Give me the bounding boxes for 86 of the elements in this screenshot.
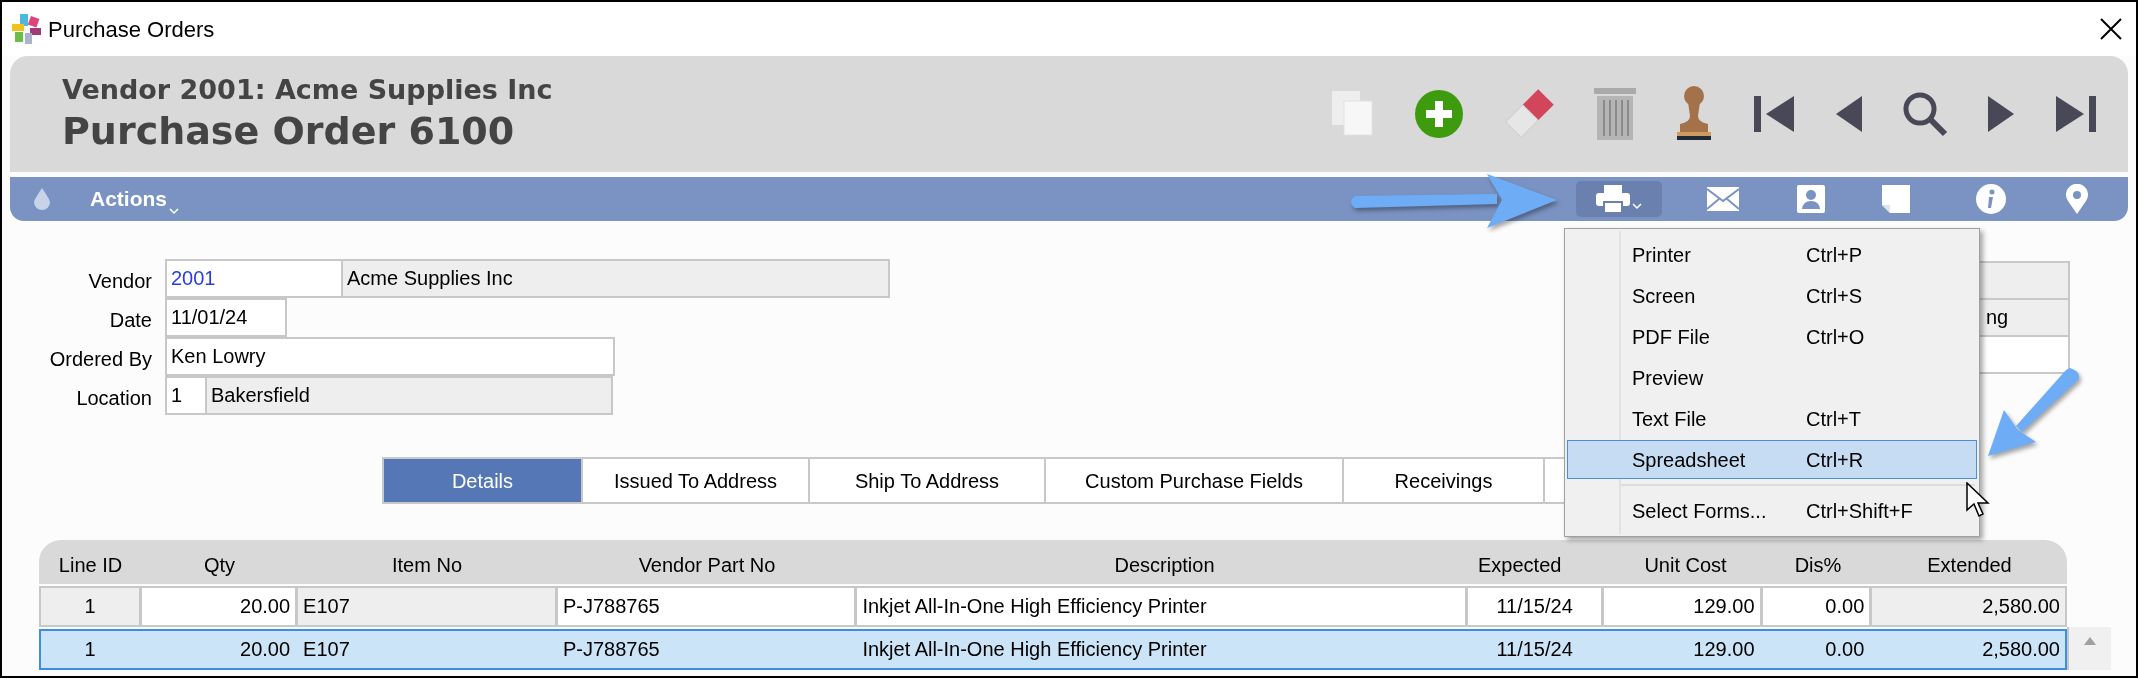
- table-cell: Inkjet All-In-One High Efficiency Printer: [862, 638, 1207, 660]
- table-cell: Inkjet All-In-One High Efficiency Printer: [862, 595, 1207, 617]
- table-cell: 129.00: [1693, 638, 1755, 660]
- menu-item-label: Spreadsheet: [1632, 447, 1747, 473]
- table-cell: E107: [303, 595, 350, 617]
- caret-icon: [169, 206, 179, 215]
- scroll-up-icon[interactable]: [2084, 637, 2096, 645]
- form-field[interactable]: 1: [165, 376, 207, 415]
- table-cell: 1: [84, 595, 96, 617]
- table-row[interactable]: 1 20.00 E107 P-J788765 Inkjet All-In-One High Efficiency Printer 11/15/24 129.00 0.00 2,580.00: [39, 586, 2067, 627]
- search-icon[interactable]: [1902, 91, 1948, 137]
- form-field[interactable]: 2001: [165, 259, 343, 298]
- scrollbar[interactable]: [2067, 627, 2111, 670]
- next-icon[interactable]: [1986, 94, 2016, 134]
- table-cell: 0.00: [1825, 638, 1865, 660]
- table-cell: 129.00: [1693, 595, 1755, 617]
- menu-item-label: Printer: [1632, 242, 1692, 268]
- close-icon[interactable]: [2100, 18, 2122, 40]
- form-field[interactable]: 11/01/24: [165, 298, 287, 337]
- field-label: Vendor: [87, 268, 153, 294]
- form-field[interactable]: Bakersfield: [205, 376, 613, 415]
- table-cell: 2,580.00: [1982, 638, 2060, 660]
- menu-item-label: PDF File: [1632, 324, 1711, 350]
- tab[interactable]: Custom Purchase Fields: [1044, 457, 1344, 504]
- column-header: Extended: [1926, 553, 2013, 578]
- table-cell: 1: [84, 638, 96, 660]
- record-title: Purchase Order 6100: [62, 108, 516, 155]
- menu-item-label: Preview: [1632, 365, 1705, 391]
- menu-item-label: Text File: [1632, 406, 1708, 432]
- menu-item-label: Select Forms...: [1632, 498, 1768, 524]
- location-pin-icon[interactable]: [2066, 184, 2088, 214]
- table-cell: 11/15/24: [1496, 595, 1573, 617]
- column-header: Description: [1113, 553, 1216, 578]
- menu-item[interactable]: Spreadsheet Ctrl+R: [1567, 440, 1977, 479]
- form-field[interactable]: Acme Supplies Inc: [341, 259, 890, 298]
- table-cell: 11/15/24: [1496, 638, 1573, 660]
- table-cell: 0.00: [1825, 595, 1865, 617]
- column-header: Vendor Part No: [637, 553, 777, 578]
- app-logo-icon: [12, 14, 42, 44]
- menu-item-label: Screen: [1632, 283, 1697, 309]
- menu-item[interactable]: Printer Ctrl+P: [1567, 235, 1977, 274]
- table-cell: 2,580.00: [1982, 595, 2060, 617]
- menu-shortcut: Ctrl+T: [1806, 406, 1861, 432]
- table-cell: P-J788765: [563, 595, 660, 617]
- eraser-icon[interactable]: [1502, 88, 1556, 140]
- tab[interactable]: Details: [382, 457, 583, 504]
- table-cell: 20.00: [240, 638, 291, 660]
- info-icon[interactable]: [1976, 184, 2006, 214]
- mouse-cursor-icon: [1966, 482, 1990, 518]
- window-title: Purchase Orders: [48, 15, 215, 44]
- note-icon[interactable]: [1882, 185, 1910, 213]
- menu-item[interactable]: Preview: [1567, 358, 1977, 397]
- column-header: Line ID: [57, 553, 124, 578]
- vendor-subtitle: Vendor 2001: Acme Supplies Inc: [62, 73, 553, 107]
- column-header: Dis%: [1793, 553, 1843, 578]
- field-label: Location: [75, 385, 153, 411]
- table-row[interactable]: 1 20.00 E107 P-J788765 Inkjet All-In-One High Efficiency Printer 11/15/24 129.00 0.00 2,580.00: [39, 629, 2067, 670]
- table-cell: 20.00: [240, 595, 291, 617]
- form-field[interactable]: Ken Lowry: [165, 337, 615, 376]
- stamp-icon[interactable]: [1674, 86, 1714, 142]
- mail-icon[interactable]: [1707, 187, 1739, 211]
- previous-icon[interactable]: [1834, 94, 1864, 134]
- field-label: Date: [108, 307, 153, 333]
- caret-icon: [1632, 202, 1642, 210]
- column-header: Expected: [1477, 553, 1563, 578]
- add-icon[interactable]: [1414, 89, 1464, 139]
- menu-shortcut: Ctrl+S: [1806, 283, 1863, 309]
- menu-shortcut: Ctrl+R: [1806, 447, 1864, 473]
- trash-icon[interactable]: [1594, 88, 1636, 140]
- menu-shortcut: Ctrl+Shift+F: [1806, 498, 1913, 524]
- menu-item[interactable]: Text File Ctrl+T: [1567, 399, 1977, 438]
- column-header: Qty: [202, 553, 237, 578]
- print-button[interactable]: [1576, 181, 1662, 217]
- menu-shortcut: Ctrl+O: [1806, 324, 1865, 350]
- column-header: Item No: [391, 553, 463, 578]
- menu-shortcut: Ctrl+P: [1806, 242, 1863, 268]
- table-cell: E107: [303, 638, 350, 660]
- tab[interactable]: Ship To Address: [808, 457, 1046, 504]
- tab[interactable]: Receivings: [1342, 457, 1545, 504]
- tab[interactable]: Issued To Address: [581, 457, 810, 504]
- table-cell: P-J788765: [563, 638, 660, 660]
- column-header: Unit Cost: [1643, 553, 1728, 578]
- printer-icon: [1596, 185, 1630, 213]
- field-label: Ordered By: [48, 346, 153, 372]
- contact-icon[interactable]: [1797, 185, 1825, 213]
- drop-icon[interactable]: [34, 188, 50, 210]
